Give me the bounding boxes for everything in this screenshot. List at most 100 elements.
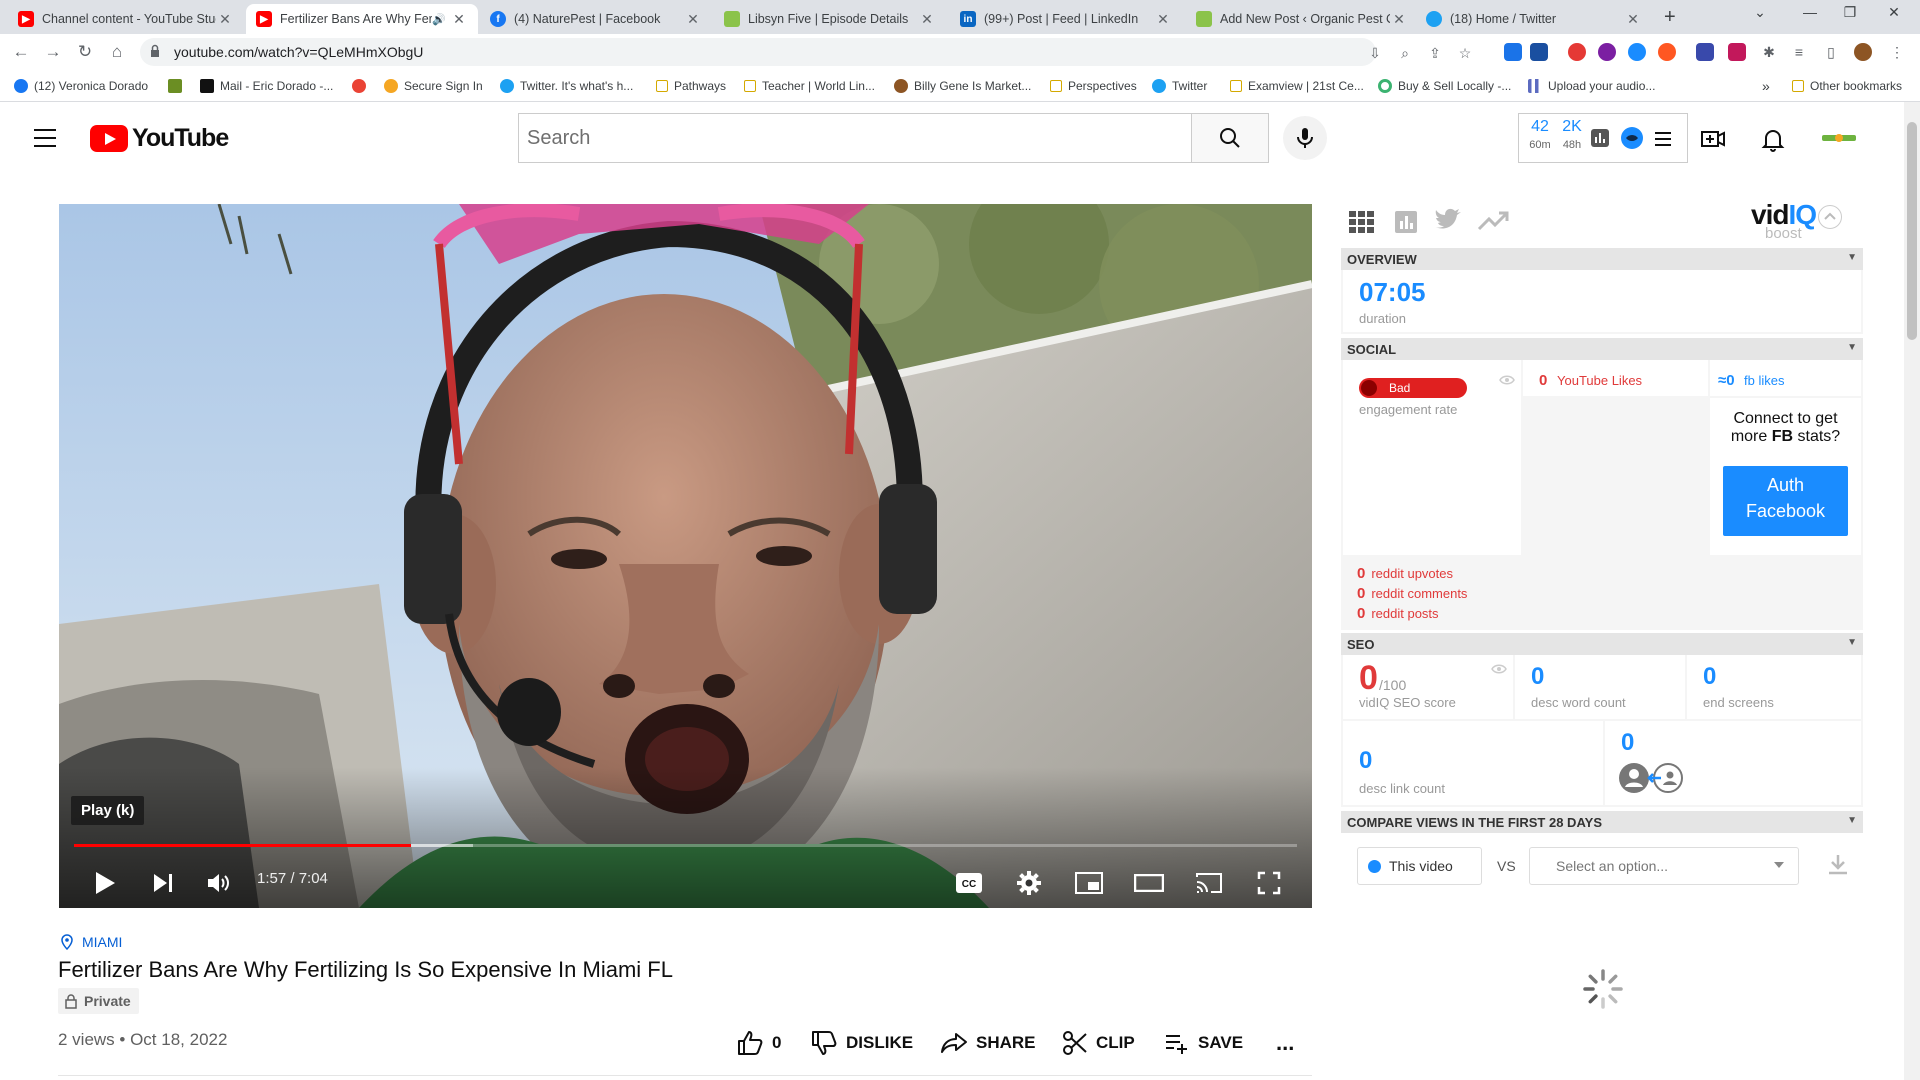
bookmark-teacher[interactable]: Teacher | World Lin... bbox=[744, 77, 875, 95]
address-bar[interactable]: youtube.com/watch?v=QLeMHmXObgU ⇩ ⌕ ⇪ ☆ bbox=[140, 38, 1471, 66]
social-header[interactable]: SOCIAL ▼ bbox=[1341, 338, 1863, 360]
clip-button[interactable]: CLIP bbox=[1062, 1028, 1135, 1058]
download-icon[interactable] bbox=[1827, 853, 1849, 877]
tab-wordpress[interactable]: Add New Post ‹ Organic Pest Co ✕ bbox=[1186, 4, 1418, 34]
install-icon[interactable]: ⇩ bbox=[1366, 44, 1384, 62]
zoom-icon[interactable]: ⌕ bbox=[1396, 44, 1414, 62]
subtitles-button[interactable]: CC bbox=[949, 865, 989, 901]
share-icon[interactable]: ⇪ bbox=[1426, 44, 1444, 62]
miniplayer-button[interactable] bbox=[1069, 865, 1109, 901]
menu-lines-icon[interactable] bbox=[1655, 132, 1671, 146]
search-input[interactable]: Search bbox=[518, 113, 1191, 163]
this-video-option[interactable]: This video bbox=[1357, 847, 1482, 885]
new-tab-button[interactable]: + bbox=[1664, 6, 1676, 29]
tab-twitter[interactable]: (18) Home / Twitter ✕ bbox=[1416, 4, 1652, 34]
tab-search-button[interactable]: ⌄ bbox=[1740, 4, 1780, 21]
tab-linkedin[interactable]: in (99+) Post | Feed | LinkedIn ✕ bbox=[950, 4, 1182, 34]
bookmark-perspectives[interactable]: Perspectives bbox=[1050, 77, 1137, 95]
more-bookmarks-button[interactable]: » bbox=[1762, 77, 1770, 95]
progress-bar[interactable] bbox=[74, 844, 1297, 847]
speaker-icon[interactable]: 🔊 bbox=[432, 13, 446, 26]
vidiq-eye-icon[interactable] bbox=[1621, 127, 1643, 149]
like-button[interactable]: 0 bbox=[736, 1028, 781, 1058]
bookmark-star-icon[interactable]: ☆ bbox=[1456, 44, 1474, 62]
compare-select[interactable]: Select an option... bbox=[1529, 847, 1799, 885]
extension-icon[interactable] bbox=[1658, 43, 1676, 61]
close-icon[interactable]: ✕ bbox=[1624, 11, 1642, 28]
seo-header[interactable]: SEO ▼ bbox=[1341, 633, 1863, 655]
eye-icon[interactable] bbox=[1499, 374, 1515, 386]
home-icon[interactable]: ⌂ bbox=[106, 41, 128, 63]
close-icon[interactable]: ✕ bbox=[1390, 11, 1408, 28]
voice-search-button[interactable] bbox=[1283, 116, 1327, 160]
bookmark-twitter-long[interactable]: Twitter. It's what's h... bbox=[500, 77, 633, 95]
profile-avatar[interactable] bbox=[1854, 43, 1872, 61]
scrollbar-thumb[interactable] bbox=[1907, 122, 1917, 340]
bookmark-billy-gene[interactable]: Billy Gene Is Market... bbox=[894, 77, 1031, 95]
notifications-bell-icon[interactable] bbox=[1760, 126, 1786, 152]
other-bookmarks-folder[interactable]: Other bookmarks bbox=[1792, 77, 1902, 95]
video-player[interactable]: Play (k) 1:57 / 7:04 CC bbox=[59, 204, 1312, 908]
tab-facebook[interactable]: f (4) NaturePest | Facebook ✕ bbox=[480, 4, 712, 34]
close-icon[interactable]: ✕ bbox=[918, 11, 936, 28]
side-panel-icon[interactable]: ▯ bbox=[1822, 43, 1840, 61]
next-button[interactable] bbox=[145, 865, 181, 901]
youtube-logo[interactable]: YouTube bbox=[90, 124, 229, 153]
bookmark-leaf[interactable] bbox=[168, 77, 188, 95]
reading-list-icon[interactable]: ≡ bbox=[1790, 43, 1808, 61]
puzzle-icon[interactable]: ✱ bbox=[1760, 43, 1778, 61]
save-button[interactable]: SAVE bbox=[1164, 1028, 1243, 1058]
stats-chart-icon[interactable] bbox=[1393, 207, 1421, 235]
hamburger-menu-icon[interactable] bbox=[34, 129, 56, 147]
close-icon[interactable]: ✕ bbox=[684, 11, 702, 28]
close-window-button[interactable]: ✕ bbox=[1874, 4, 1914, 21]
bookmark-mail[interactable]: Mail - Eric Dorado -... bbox=[200, 77, 333, 95]
channel-avatar[interactable] bbox=[1820, 124, 1858, 152]
twitter-bird-icon[interactable] bbox=[1433, 207, 1463, 235]
minimize-button[interactable]: — bbox=[1790, 4, 1830, 20]
extension-icon[interactable] bbox=[1728, 43, 1746, 61]
bookmark-upload-audio[interactable]: Upload your audio... bbox=[1528, 77, 1655, 95]
extension-icon[interactable] bbox=[1696, 43, 1714, 61]
mute-button[interactable] bbox=[201, 865, 237, 901]
tab-libsyn[interactable]: Libsyn Five | Episode Details ✕ bbox=[714, 4, 946, 34]
grid-view-icon[interactable] bbox=[1347, 207, 1375, 235]
close-icon[interactable]: ✕ bbox=[1154, 11, 1172, 28]
close-icon[interactable]: ✕ bbox=[216, 11, 234, 28]
compare-header[interactable]: COMPARE VIEWS IN THE FIRST 28 DAYS ▼ bbox=[1341, 811, 1863, 833]
dislike-button[interactable]: DISLIKE bbox=[810, 1028, 913, 1058]
play-button[interactable] bbox=[87, 865, 123, 901]
collapse-panel-button[interactable] bbox=[1818, 205, 1842, 229]
share-button[interactable]: SHARE bbox=[940, 1028, 1036, 1058]
overview-header[interactable]: OVERVIEW ▼ bbox=[1341, 248, 1863, 270]
bookmark-pathways[interactable]: Pathways bbox=[656, 77, 726, 95]
kebab-menu-icon[interactable]: ⋮ bbox=[1888, 43, 1906, 61]
tab-current-video[interactable]: ▶ Fertilizer Bans Are Why Fertilizing 🔊 … bbox=[246, 4, 478, 34]
bookmark-buy-sell[interactable]: Buy & Sell Locally -... bbox=[1378, 77, 1511, 95]
vidiq-realtime-stats[interactable]: 42 60m 2K 48h bbox=[1518, 113, 1688, 163]
location-link[interactable]: MIAMI bbox=[60, 934, 122, 950]
bookmark-twitter[interactable]: Twitter bbox=[1152, 77, 1207, 95]
create-video-icon[interactable] bbox=[1700, 126, 1726, 152]
more-actions-button[interactable]: ... bbox=[1276, 1028, 1294, 1058]
close-icon[interactable]: ✕ bbox=[450, 11, 468, 28]
bookmark-pinwheel[interactable] bbox=[352, 77, 372, 95]
trending-arrow-icon[interactable] bbox=[1477, 207, 1511, 235]
reload-icon[interactable]: ↻ bbox=[74, 41, 96, 63]
fullscreen-button[interactable] bbox=[1249, 865, 1289, 901]
eye-icon[interactable] bbox=[1491, 663, 1507, 675]
cast-button[interactable] bbox=[1189, 865, 1229, 901]
bookmark-examview[interactable]: Examview | 21st Ce... bbox=[1230, 77, 1364, 95]
auth-facebook-button[interactable]: Auth Facebook bbox=[1723, 466, 1848, 536]
search-button[interactable] bbox=[1191, 113, 1269, 163]
back-arrow-icon[interactable]: ← bbox=[10, 41, 32, 63]
restore-button[interactable]: ❐ bbox=[1830, 4, 1870, 21]
forward-arrow-icon[interactable]: → bbox=[42, 41, 64, 63]
bookmark-secure-sign-in[interactable]: Secure Sign In bbox=[384, 77, 483, 95]
tab-youtube-studio[interactable]: ▶ Channel content - YouTube Studio ✕ bbox=[8, 4, 244, 34]
settings-button[interactable] bbox=[1009, 865, 1049, 901]
bar-chart-icon[interactable] bbox=[1591, 129, 1609, 147]
vidiq-extension-icon[interactable] bbox=[1628, 43, 1646, 61]
extension-icon[interactable] bbox=[1530, 43, 1548, 61]
theater-mode-button[interactable] bbox=[1129, 865, 1169, 901]
